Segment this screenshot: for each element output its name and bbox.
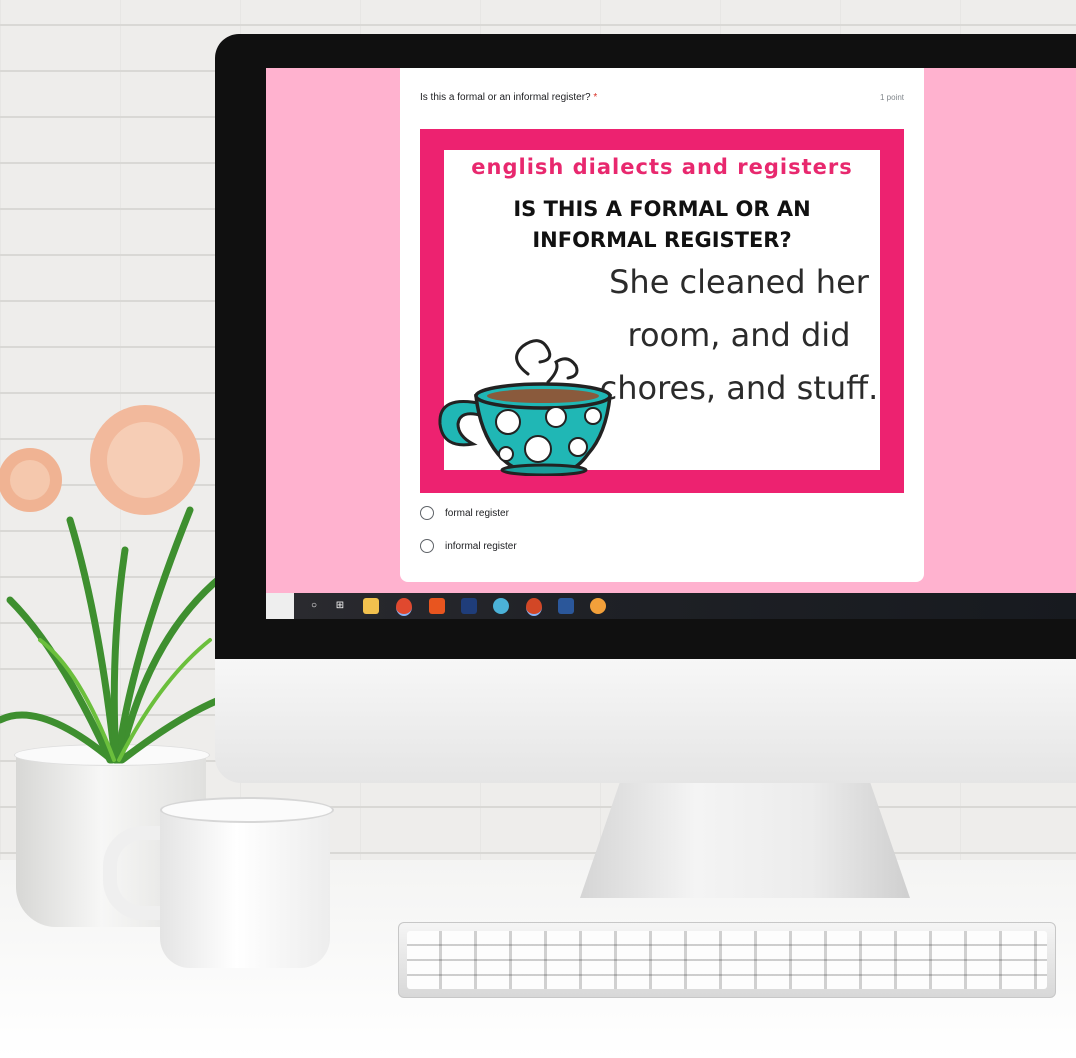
windows-taskbar: ○ ⊞ xyxy=(266,593,1076,619)
app-icon[interactable] xyxy=(590,598,606,614)
white-mug xyxy=(160,806,330,968)
search-icon[interactable]: ○ xyxy=(306,598,322,614)
option-label: informal register xyxy=(445,540,517,552)
keyboard xyxy=(398,922,1056,998)
required-marker: * xyxy=(593,92,598,103)
chrome-icon[interactable] xyxy=(396,598,412,616)
office-icon[interactable] xyxy=(429,598,445,614)
file-explorer-icon[interactable] xyxy=(363,598,379,614)
question-title: Is this a formal or an informal register… xyxy=(420,92,597,103)
slide-content: english dialects and registers IS THIS A… xyxy=(438,150,880,476)
radio-button[interactable] xyxy=(420,506,434,520)
slide-question: IS THIS A FORMAL OR AN INFORMAL REGISTER… xyxy=(513,197,811,252)
mug-rim xyxy=(160,797,334,823)
radio-button[interactable] xyxy=(420,539,434,553)
acrobat-icon[interactable] xyxy=(461,598,477,614)
monitor-screen: Is this a formal or an informal register… xyxy=(266,68,1076,619)
taskbar-start-area xyxy=(266,593,294,619)
option-formal-register[interactable]: formal register xyxy=(420,503,509,523)
plant-decoration xyxy=(0,405,250,764)
form-question-card: Is this a formal or an informal register… xyxy=(400,68,924,582)
question-points: 1 point xyxy=(879,93,904,102)
keyboard-keys xyxy=(407,931,1047,989)
option-informal-register[interactable]: informal register xyxy=(420,536,517,556)
slide-sentence: She cleaned her room, and did chores, an… xyxy=(599,263,879,407)
app-icon[interactable] xyxy=(493,598,509,614)
monitor-stand xyxy=(580,783,910,898)
task-view-icon[interactable]: ⊞ xyxy=(332,598,348,614)
question-text: Is this a formal or an informal register… xyxy=(420,92,591,103)
question-image: english dialects and registers IS THIS A… xyxy=(420,129,904,493)
teacup-icon xyxy=(438,339,612,476)
powerpoint-icon[interactable] xyxy=(526,598,542,616)
slide-header: english dialects and registers xyxy=(471,155,853,179)
word-icon[interactable] xyxy=(558,598,574,614)
monitor-chin xyxy=(215,659,1076,783)
option-label: formal register xyxy=(445,507,509,519)
